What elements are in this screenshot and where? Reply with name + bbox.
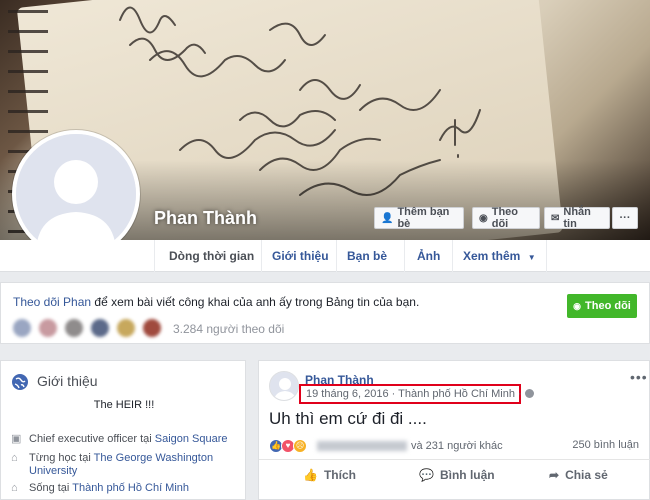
post-card: Phan Thành 19 tháng 6, 2016 · Thành phố … (258, 360, 650, 500)
messenger-icon: ✉ (551, 212, 560, 224)
profile-navigation: Dòng thời gian Giới thiệu Bạn bè Ảnh Xem… (0, 240, 650, 272)
share-label: Chia sẻ (565, 468, 608, 482)
intro-work: Chief executive officer tại Saigon Squar… (29, 433, 228, 446)
follow-button[interactable]: ◉ Theo dõi (567, 294, 637, 318)
rss-icon: ◉ (479, 212, 488, 224)
add-friend-label: Thêm bạn bè (397, 206, 450, 230)
message-label: Nhắn tin (563, 206, 591, 230)
intro-location-link[interactable]: Thành phố Hồ Chí Minh (72, 482, 189, 494)
briefcase-icon: ▣ (11, 433, 22, 445)
follow-button-label: Theo dõi (585, 300, 631, 312)
intro-education-prefix: Từng học tại (29, 452, 94, 464)
chevron-down-icon: ▼ (527, 253, 536, 262)
intro-work-prefix: Chief executive officer tại (29, 433, 155, 445)
sad-reaction-icon: ☹ (293, 439, 307, 453)
post-separator: · (518, 388, 522, 400)
follow-button-cover[interactable]: ◉ Theo dõi (472, 206, 540, 230)
intro-work-link[interactable]: Saigon Square (155, 433, 228, 445)
intro-card: Giới thiệu The HEIR !!! ▣ Chief executiv… (0, 360, 246, 500)
thumbs-up-icon: 👍 (303, 468, 318, 482)
post-author-avatar[interactable] (269, 371, 299, 401)
more-icon: ··· (619, 212, 631, 224)
follower-avatar[interactable] (11, 317, 33, 339)
tab-about[interactable]: Giới thiệu (261, 240, 339, 272)
default-avatar-icon (16, 134, 136, 254)
home-icon: ⌂ (11, 482, 18, 494)
post-options-icon[interactable]: ••• (630, 369, 648, 385)
default-avatar-icon (270, 372, 298, 400)
speech-bubble-icon: 💬 (419, 468, 434, 482)
intro-location-prefix: Sống tại (29, 482, 73, 494)
intro-title: Giới thiệu (37, 373, 98, 389)
add-friend-button[interactable]: 👤 Thêm bạn bè (374, 206, 464, 230)
follow-prompt: Theo dõi Phan để xem bài viết công khai … (0, 282, 650, 344)
intro-education: Từng học tại The George Washington Unive… (29, 452, 229, 478)
comment-label: Bình luận (439, 468, 495, 482)
public-globe-icon (524, 389, 534, 398)
follower-avatar[interactable] (115, 317, 137, 339)
share-button[interactable]: ➦ Chia sẻ (549, 468, 608, 482)
post-reactions[interactable]: 👍 ♥ ☹ và 231 người khác (269, 439, 503, 453)
rss-icon: ◉ (573, 300, 582, 311)
post-date[interactable]: 19 tháng 6, 2016 (306, 388, 389, 400)
tab-more[interactable]: Xem thêm ▼ (452, 240, 547, 272)
follow-label: Theo dõi (491, 206, 519, 230)
add-friend-icon: 👤 (381, 212, 394, 224)
intro-location: Sống tại Thành phố Hồ Chí Minh (29, 482, 189, 495)
tab-timeline[interactable]: Dòng thời gian (154, 240, 262, 272)
follow-description: để xem bài viết công khai của anh ấy tro… (91, 295, 420, 309)
tab-friends[interactable]: Bạn bè (336, 240, 397, 272)
post-actions: 👍 Thích 💬 Bình luận ➦ Chia sẻ (259, 459, 650, 495)
post-text: Uh thì em cứ đi đi .... (269, 409, 427, 428)
follower-avatar[interactable] (63, 317, 85, 339)
globe-icon (12, 374, 28, 390)
follower-avatar[interactable] (89, 317, 111, 339)
comment-count[interactable]: 250 bình luận (572, 439, 639, 451)
follower-avatar[interactable] (141, 317, 163, 339)
message-button[interactable]: ✉ Nhắn tin (544, 206, 610, 230)
post-location[interactable]: Thành phố Hồ Chí Minh (398, 388, 515, 400)
profile-name[interactable]: Phan Thành (154, 208, 257, 229)
profile-avatar[interactable] (12, 130, 140, 258)
intro-bio: The HEIR !!! (93, 399, 155, 411)
post-separator: · (391, 388, 396, 400)
tab-more-label: Xem thêm (463, 249, 521, 263)
comment-button[interactable]: 💬 Bình luận (419, 468, 495, 482)
like-label: Thích (323, 468, 356, 482)
follow-link[interactable]: Theo dõi Phan (13, 295, 91, 309)
follower-avatar[interactable] (37, 317, 59, 339)
follow-prompt-text: Theo dõi Phan để xem bài viết công khai … (13, 295, 419, 309)
like-button[interactable]: 👍 Thích (303, 468, 356, 482)
follower-count[interactable]: 3.284 người theo dõi (173, 322, 284, 336)
more-options-button[interactable]: ··· (612, 207, 638, 229)
post-meta-highlight: 19 tháng 6, 2016 · Thành phố Hồ Chí Minh… (299, 384, 534, 404)
share-arrow-icon: ➦ (549, 468, 560, 482)
reactor-name[interactable] (317, 441, 407, 451)
tab-photos[interactable]: Ảnh (404, 240, 452, 272)
reactions-others[interactable]: và 231 người khác (411, 440, 503, 452)
graduation-cap-icon: ⌂ (11, 452, 18, 464)
